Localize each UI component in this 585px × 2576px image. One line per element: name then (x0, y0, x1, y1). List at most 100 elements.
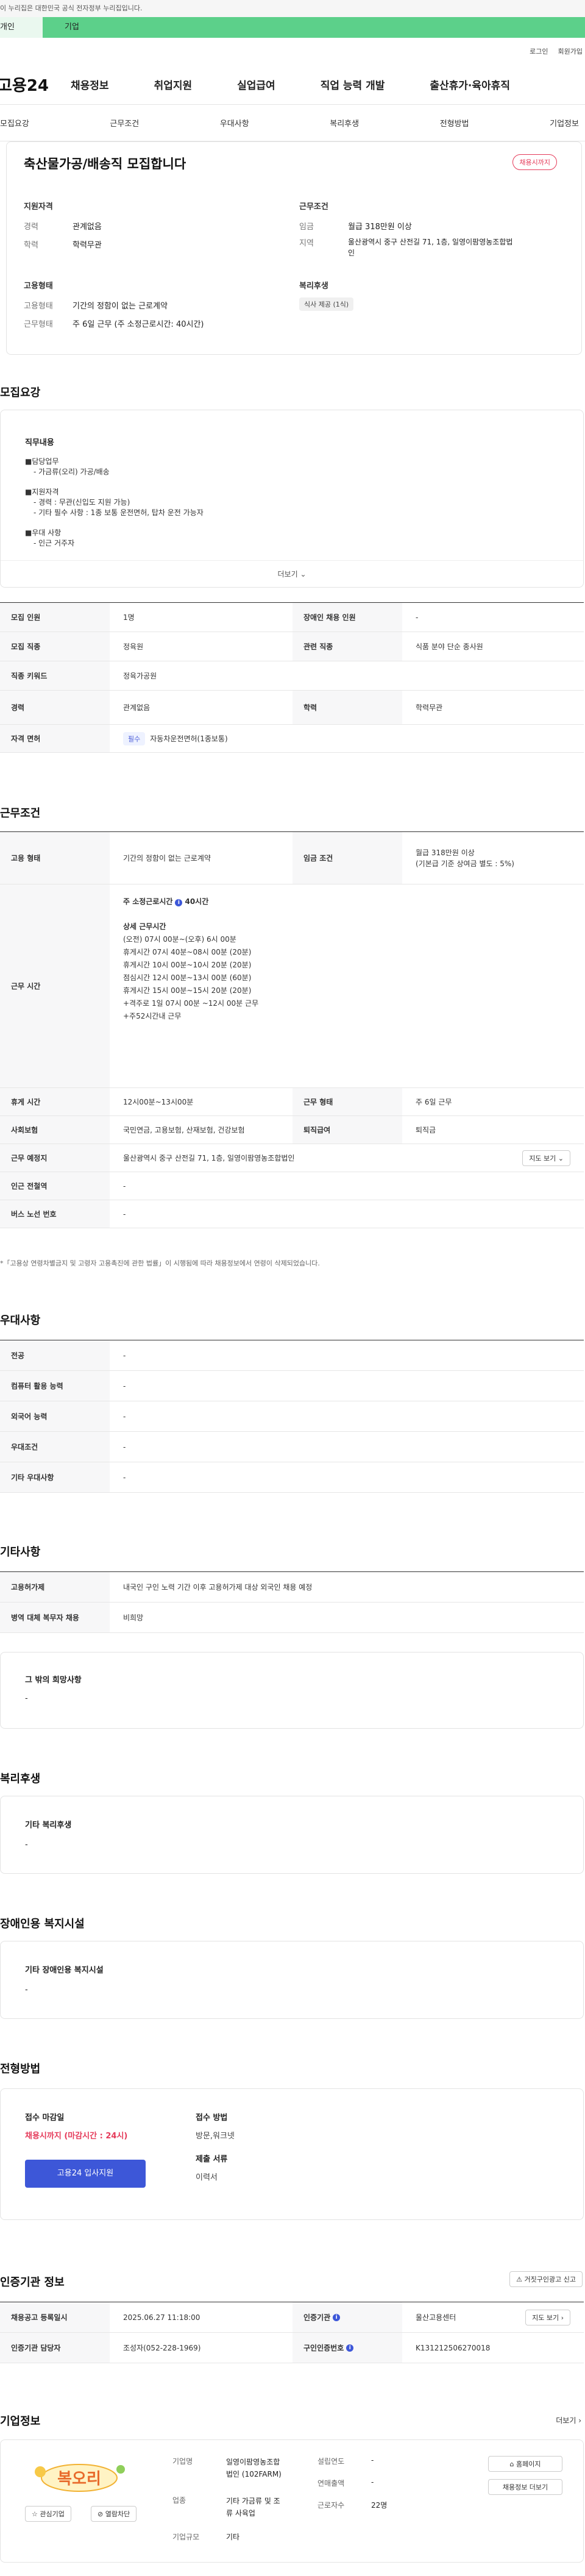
td: K131212506270018 (416, 2343, 491, 2352)
employees-value: 22명 (371, 2501, 388, 2510)
table-row: 경력 관계없음 학력 학력무관 (0, 691, 584, 725)
desc-line: - 기타 필수 사항 : 1종 보통 운전면허, 탑차 운전 가능자 (34, 508, 204, 517)
th: 병역 대체 복무자 채용 (0, 1603, 110, 1632)
cond-heading: 근무조건 (299, 202, 328, 212)
th: 근무 형태 (292, 1088, 402, 1115)
employees-label: 근로자수 (317, 2501, 345, 2510)
table-row: 고용허가제 내국인 구인 노력 기간 이후 고용허가제 대상 외국인 채용 예정 (0, 1572, 584, 1603)
global-nav: 고용24 채용정보 취업지원 실업급여 직업 능력 개발 출산휴가·육아휴직 (0, 65, 585, 105)
map-button-label: 지도 보기 (529, 1154, 556, 1162)
gnb-unemployment-benefit[interactable]: 실업급여 (237, 77, 275, 92)
tab-personal[interactable]: 개인 (0, 17, 43, 38)
work-heading: 근무조건 (0, 807, 41, 820)
name-line-2: 법인 (102FARM) (226, 2470, 282, 2478)
th: 임금 조건 (292, 832, 402, 884)
gnb-job-training[interactable]: 직업 능력 개발 (321, 77, 385, 92)
more-label: 더보기 (277, 570, 298, 578)
td: 기간의 정함이 없는 근로계약 (123, 854, 211, 863)
td: - (416, 613, 419, 622)
td: - (123, 1351, 126, 1360)
company-jobs-button[interactable]: 채용정보 더보기 (488, 2479, 562, 2495)
table-row: 휴게 시간 12시00분~13시00분 근무 형태 주 6일 근무 (0, 1088, 584, 1116)
welfare-chip-wrap: 식사 제공 (1식) (299, 297, 354, 311)
td: 학력무관 (416, 703, 443, 712)
login-link[interactable]: 로그인 (530, 46, 548, 56)
warning-icon: ⚠ (516, 2275, 523, 2283)
table-row: 컴퓨터 활용 능력 - (0, 1371, 584, 1401)
box-title: 그 밖의 희망사항 (25, 1676, 82, 1685)
th-label: 구인인증번호 (303, 2344, 344, 2352)
th: 인증기관 담당자 (0, 2333, 110, 2363)
join-link[interactable]: 회원가입 (558, 46, 583, 56)
td: 정육가공원 (123, 672, 157, 680)
info-icon[interactable]: i (175, 899, 183, 906)
label: 근무형태 (24, 320, 53, 329)
th: 경력 (0, 691, 110, 724)
cond-area-row: 지역 울산광역시 중구 산전길 71, 1층, 일영이팜영농조합법 인 (299, 237, 567, 258)
td: - (123, 1473, 126, 1482)
company-logo-image: 복오리 (35, 2464, 125, 2492)
gnb-jobs[interactable]: 채용정보 (71, 77, 109, 92)
info-icon[interactable]: i (333, 2313, 341, 2321)
welfare-chip: 식사 제공 (1식) (299, 297, 354, 311)
home-icon: ⌂ (509, 2460, 514, 2468)
value: 기간의 정함이 없는 근로계약 (73, 302, 168, 311)
th: 버스 노선 번호 (0, 1200, 110, 1228)
box-title: 기타 복리후생 (25, 1821, 72, 1830)
th: 채용공고 등록일시 (0, 2302, 110, 2332)
wage-line-1: 월급 318만원 이상 (416, 848, 475, 857)
selection-box: 접수 마감일 채용시까지 (마감시간 : 24시) 고용24 입사지원 접수 방… (0, 2088, 584, 2220)
gnb-employment-support[interactable]: 취업지원 (154, 77, 193, 92)
report-label: 거짓구인광고 신고 (524, 2275, 576, 2283)
anchor-recruit[interactable]: 모집요강 (0, 117, 29, 129)
detail-line: 점심시간 12시 00분~13시 00분 (60분) (123, 973, 252, 982)
anchor-company[interactable]: 기업정보 (550, 117, 579, 129)
agency-map-button[interactable]: 지도 보기 › (525, 2309, 570, 2325)
logo-text: 복오리 (57, 2470, 101, 2488)
chevron-down-icon: ⌄ (300, 570, 307, 578)
sales-value: - (371, 2478, 374, 2486)
desc-line: - 경력 : 무관(신입도 지원 가능) (34, 498, 130, 507)
recruit-table: 모집 인원 1명 장애인 채용 인원 - 모집 직종 정육원 관련 직종 식품 … (0, 602, 584, 753)
box-value: - (25, 1840, 28, 1849)
area-line-2: 인 (348, 249, 355, 257)
company-more-link[interactable]: 더보기 › (556, 2415, 581, 2425)
info-icon[interactable]: i (346, 2344, 354, 2352)
description-more-button[interactable]: 더보기 ⌄ (1, 560, 583, 587)
map-button[interactable]: 지도 보기 ⌄ (522, 1150, 570, 1166)
anchor-pref[interactable]: 우대사항 (220, 117, 249, 129)
anchor-work[interactable]: 근무조건 (110, 117, 139, 129)
deadline-value: 채용시까지 (마감시간 : 24시) (25, 2132, 128, 2141)
anchor-welfare[interactable]: 복리후생 (330, 117, 359, 129)
report-fake-ad-button[interactable]: ⚠ 거짓구인광고 신고 (509, 2271, 583, 2287)
anchor-selection[interactable]: 전형방법 (440, 117, 469, 129)
utility-bar: 로그인 회원가입 (0, 38, 585, 65)
qual-heading: 지원자격 (24, 202, 53, 212)
user-type-tabs: 개인 기업 (0, 17, 585, 38)
desc-line: ■담당업무 (25, 457, 59, 466)
pref-table: 전공 - 컴퓨터 활용 능력 - 외국어 능력 - 우대조건 - 기타 우대사항 - (0, 1340, 584, 1493)
deadline-label: 접수 마감일 (25, 2113, 65, 2122)
company-heading: 기업정보 (0, 2415, 41, 2428)
table-row: 병역 대체 복무자 채용 비희망 (0, 1603, 584, 1633)
th: 구인인증번호 i (292, 2333, 402, 2363)
site-logo[interactable]: 고용24 (0, 73, 71, 96)
th: 관련 직종 (292, 632, 402, 661)
table-row: 모집 직종 정육원 관련 직종 식품 분야 단순 종사원 (0, 632, 584, 661)
map-label: 지도 보기 (532, 2313, 559, 2322)
area-line-1: 울산광역시 중구 산전길 71, 1층, 일영이팜영농조합법 (348, 238, 513, 246)
block-company-button[interactable]: ⊘ 열람차단 (91, 2506, 137, 2522)
gnb-parental-leave[interactable]: 출산휴가·육아휴직 (430, 77, 510, 92)
etc-table: 고용허가제 내국인 구인 노력 기간 이후 고용허가제 대상 외국인 채용 예정 … (0, 1571, 584, 1633)
homepage-button[interactable]: ⌂ 홈페이지 (488, 2456, 562, 2472)
job-description-box: 직무내용 ■담당업무 - 가금류(오리) 가공/배송 ■지원자격 - 경력 : … (0, 410, 584, 588)
label: 고용형태 (24, 302, 53, 311)
td: 1명 (123, 613, 135, 622)
favorite-company-button[interactable]: ☆ 관심기업 (25, 2506, 71, 2522)
disability-box: 기타 장애인용 복지시설 - (0, 1941, 584, 2019)
td: - (123, 1381, 126, 1390)
apply-button[interactable]: 고용24 입사지원 (25, 2160, 146, 2188)
th: 모집 인원 (0, 603, 110, 632)
tab-company[interactable]: 기업 (43, 17, 585, 38)
ind-line-2: 류 사육업 (226, 2509, 255, 2517)
